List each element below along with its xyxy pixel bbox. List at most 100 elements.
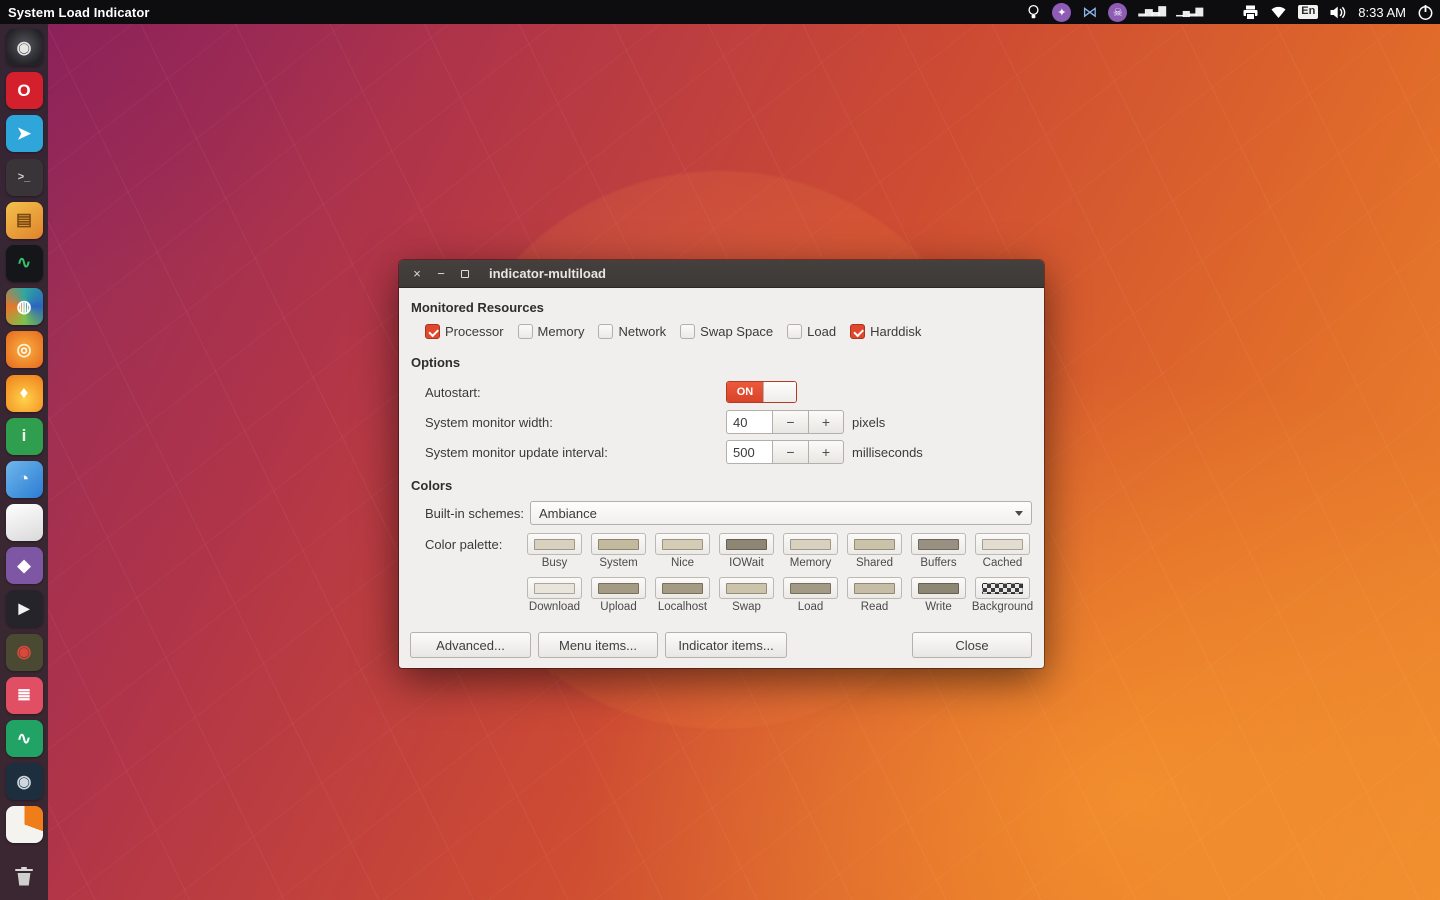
launcher-item-blue-app[interactable]: ◔ [5, 460, 43, 498]
color-swatch-localhost[interactable] [655, 577, 710, 599]
launcher-item-white-app[interactable] [5, 504, 43, 542]
launcher-item-dash-home[interactable]: ◉ [5, 29, 43, 66]
checkbox-network[interactable]: Network [598, 324, 666, 339]
minimize-window-button[interactable]: − [433, 266, 449, 282]
color-swatch-buffers[interactable] [911, 533, 966, 555]
disk-graph-icon[interactable]: ▁▄▂▆ [1176, 7, 1203, 17]
launcher-item-telegram[interactable]: ➤ [5, 115, 43, 153]
launcher: ◉ O ➤ >_ ▤ ∿ ◍ ◎ ♦ i ◔ ◆ ▶ ◉ ≣ ∿ ◉ [0, 24, 48, 900]
lightbulb-icon[interactable] [1026, 4, 1041, 21]
color-swatch-upload[interactable] [591, 577, 646, 599]
color-palette-grid: Busy System Nice IOWait Memory Shared Bu… [527, 533, 1033, 613]
launcher-item-trash[interactable] [6, 856, 43, 896]
swatch-label: System [599, 557, 638, 569]
close-window-button[interactable]: × [409, 266, 425, 282]
section-options: Options [411, 355, 461, 370]
color-swatch-memory[interactable] [783, 533, 838, 555]
trash-icon [15, 866, 33, 886]
launcher-item-steam[interactable]: ◉ [5, 763, 43, 801]
swatch-cell-system: System [591, 533, 646, 569]
color-swatch-load[interactable] [783, 577, 838, 599]
launcher-item-usage-pie[interactable] [5, 806, 43, 844]
session-power-icon[interactable] [1417, 4, 1434, 21]
memory-color-chip [790, 538, 831, 550]
update-interval-input[interactable] [726, 440, 772, 464]
checkbox-processor[interactable]: Processor [425, 324, 504, 339]
color-swatch-write[interactable] [911, 577, 966, 599]
launcher-item-terminal[interactable]: >_ [5, 158, 43, 196]
launcher-item-health-monitor[interactable]: ∿ [5, 720, 43, 757]
color-swatch-system[interactable] [591, 533, 646, 555]
color-swatch-busy[interactable] [527, 533, 582, 555]
printer-icon[interactable] [1242, 5, 1259, 20]
launcher-item-music-app[interactable]: ◎ [5, 331, 43, 369]
network-icon[interactable] [1270, 5, 1287, 19]
info-app-icon: i [21, 426, 27, 446]
menu-items-button[interactable]: Menu items... [538, 632, 658, 658]
dialog-buttons-row: Advanced... Menu items... Indicator item… [410, 632, 1032, 658]
launcher-item-info-app[interactable]: i [5, 417, 43, 455]
swatch-cell-localhost: Localhost [655, 577, 710, 613]
music-app-icon: ◎ [16, 339, 32, 359]
purple-indicator-icon[interactable]: ✦ [1052, 2, 1072, 22]
update-interval-label: System monitor update interval: [425, 444, 608, 460]
maximize-window-button[interactable] [457, 266, 473, 282]
color-swatch-iowait[interactable] [719, 533, 774, 555]
memory-checkbox-icon [517, 324, 533, 339]
launcher-item-media-player[interactable]: ▶ [5, 590, 43, 628]
color-swatch-background[interactable] [975, 577, 1030, 599]
color-swatch-cached[interactable] [975, 533, 1030, 555]
indicator-items-button[interactable]: Indicator items... [665, 632, 787, 658]
launcher-item-purple-app[interactable]: ◆ [5, 547, 43, 585]
window-titlebar[interactable]: × − indicator-multiload [399, 260, 1044, 288]
color-swatch-nice[interactable] [655, 533, 710, 555]
launcher-item-pink-app[interactable]: ≣ [5, 676, 43, 714]
swatch-label: Busy [541, 557, 568, 569]
keyboard-layout-indicator[interactable]: En [1298, 5, 1319, 19]
blue-indicator-icon[interactable]: ⋈ [1082, 3, 1097, 21]
checkbox-swap-space[interactable]: Swap Space [680, 324, 773, 339]
swatch-label: Load [797, 601, 824, 613]
volume-icon[interactable] [1329, 5, 1347, 20]
launcher-item-files[interactable]: ▤ [5, 201, 43, 239]
window-title: indicator-multiload [489, 266, 606, 281]
olive-app-icon: ◉ [16, 642, 32, 662]
launcher-item-opera[interactable]: O [5, 72, 43, 110]
steam-icon: ◉ [16, 771, 32, 791]
swatch-label: Read [860, 601, 889, 613]
monitor-width-input[interactable] [726, 410, 772, 434]
color-swatch-shared[interactable] [847, 533, 902, 555]
width-decrement-button[interactable]: − [772, 410, 808, 434]
autostart-toggle[interactable]: ON [726, 381, 797, 403]
launcher-item-browser[interactable]: ◍ [5, 288, 43, 326]
telegram-icon: ➤ [16, 123, 32, 143]
color-swatch-download[interactable] [527, 577, 582, 599]
swatch-cell-load: Load [783, 577, 838, 613]
launcher-item-system-monitor[interactable]: ∿ [5, 244, 43, 282]
localhost-color-chip [662, 582, 703, 594]
checkbox-memory[interactable]: Memory [517, 324, 584, 339]
swatch-label: Cached [982, 557, 1023, 569]
launcher-item-flame-app[interactable]: ♦ [5, 374, 43, 412]
builtin-schemes-dropdown[interactable]: Ambiance [530, 501, 1032, 525]
monitor-width-spinner: − + [726, 410, 844, 434]
clock[interactable]: 8:33 AM [1358, 5, 1406, 20]
checkbox-harddisk[interactable]: Harddisk [850, 324, 921, 339]
width-increment-button[interactable]: + [808, 410, 844, 434]
color-swatch-swap[interactable] [719, 577, 774, 599]
color-swatch-read[interactable] [847, 577, 902, 599]
swatch-cell-download: Download [527, 577, 582, 613]
purple-indicator-2-icon[interactable]: ☠ [1108, 2, 1128, 22]
upload-color-chip [598, 582, 639, 594]
builtin-schemes-row: Built-in schemes: Ambiance [425, 501, 1032, 525]
interval-decrement-button[interactable]: − [772, 440, 808, 464]
blue-app-icon: ◔ [18, 469, 30, 489]
close-button[interactable]: Close [912, 632, 1032, 658]
checkbox-load[interactable]: Load [787, 324, 836, 339]
advanced-button[interactable]: Advanced... [410, 632, 531, 658]
cpu-graph-icon[interactable]: ▂▅▃▇ [1138, 7, 1166, 17]
interval-increment-button[interactable]: + [808, 440, 844, 464]
harddisk-label: Harddisk [870, 324, 922, 339]
interval-unit-label: milliseconds [852, 444, 923, 460]
launcher-item-olive-app[interactable]: ◉ [5, 633, 43, 671]
